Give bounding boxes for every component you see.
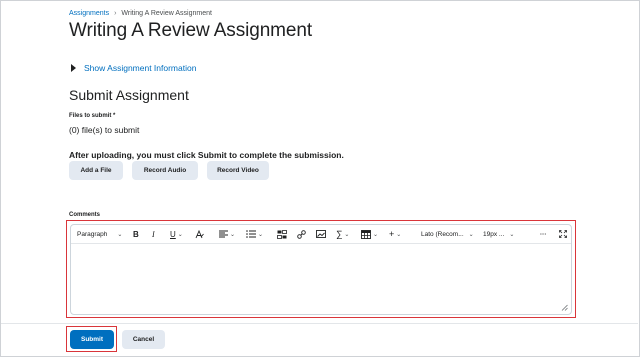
- bold-icon: B: [133, 229, 139, 239]
- plus-icon: +: [389, 229, 395, 239]
- upload-instruction: After uploading, you must click Submit t…: [69, 150, 344, 160]
- chevron-down-icon: ⌄: [509, 231, 515, 238]
- chevron-down-icon: ⌄: [344, 231, 350, 238]
- italic-icon: I: [152, 229, 155, 239]
- more-actions-button[interactable]: ···: [540, 225, 547, 243]
- text-color-icon: [195, 229, 204, 238]
- breadcrumb-current: Writing A Review Assignment: [121, 10, 212, 17]
- table-icon: [361, 229, 371, 239]
- comments-label: Comments: [69, 212, 101, 218]
- list-dropdown[interactable]: ⌄: [246, 225, 263, 243]
- table-dropdown[interactable]: ⌄: [361, 225, 378, 243]
- footer-divider: [1, 323, 638, 324]
- breadcrumb: Assignments › Writing A Review Assignmen…: [69, 10, 212, 17]
- font-size-dropdown[interactable]: 19px ... ⌄: [483, 225, 514, 243]
- italic-button[interactable]: I: [152, 225, 155, 243]
- files-to-submit-label: Files to submit *: [69, 113, 116, 119]
- breadcrumb-separator-icon: ›: [114, 10, 117, 17]
- insert-image-button[interactable]: [316, 225, 326, 243]
- format-dropdown-label: Paragraph: [77, 230, 108, 238]
- equation-dropdown[interactable]: ∑ ⌄: [336, 225, 349, 243]
- chevron-down-icon: ⌄: [230, 231, 236, 238]
- link-icon: [297, 229, 306, 239]
- align-dropdown[interactable]: ⌄: [219, 225, 235, 243]
- insert-stuff-icon: [277, 229, 287, 239]
- resize-handle-icon[interactable]: [561, 304, 568, 311]
- chevron-down-icon: ⌄: [468, 231, 474, 238]
- page-title: Writing A Review Assignment: [69, 20, 313, 41]
- submit-button[interactable]: Submit: [70, 330, 114, 349]
- show-assignment-info-toggle[interactable]: Show Assignment Information: [71, 63, 196, 73]
- fullscreen-icon: [559, 230, 567, 238]
- chevron-down-icon: ⌄: [258, 231, 264, 238]
- align-left-icon: [219, 230, 228, 238]
- add-file-button[interactable]: Add a File: [69, 161, 123, 180]
- comments-editor[interactable]: Paragraph ⌄ B I U ⌄ ⌄ ⌄ ∑ ⌄ ⌄ + ⌄ Lato (…: [70, 224, 572, 315]
- triangle-right-icon: [71, 64, 76, 72]
- underline-dropdown[interactable]: U ⌄: [170, 225, 183, 243]
- record-audio-button[interactable]: Record Audio: [132, 161, 198, 180]
- insert-stuff-button[interactable]: [277, 225, 287, 243]
- fullscreen-button[interactable]: [559, 225, 567, 243]
- chevron-down-icon: ⌄: [117, 231, 123, 238]
- comments-text-area[interactable]: [71, 244, 571, 314]
- bullet-list-icon: [246, 230, 256, 238]
- editor-toolbar: Paragraph ⌄ B I U ⌄ ⌄ ⌄ ∑ ⌄ ⌄ + ⌄ Lato (…: [71, 225, 571, 244]
- files-count: (0) file(s) to submit: [69, 125, 140, 135]
- font-family-label: Lato (Recom...: [421, 230, 464, 238]
- underline-icon: U: [170, 229, 176, 239]
- more-icon: ···: [540, 230, 547, 238]
- upload-button-row: Add a File Record Audio Record Video: [69, 161, 269, 180]
- cancel-button[interactable]: Cancel: [122, 330, 165, 349]
- insert-dropdown[interactable]: + ⌄: [389, 225, 401, 243]
- font-size-label: 19px ...: [483, 230, 505, 238]
- show-assignment-info-label[interactable]: Show Assignment Information: [84, 63, 196, 73]
- breadcrumb-assignments-link[interactable]: Assignments: [69, 10, 109, 17]
- font-family-dropdown[interactable]: Lato (Recom... ⌄: [421, 225, 474, 243]
- chevron-down-icon: ⌄: [177, 231, 183, 238]
- bold-button[interactable]: B: [133, 225, 139, 243]
- chevron-down-icon: ⌄: [396, 231, 402, 238]
- text-color-button[interactable]: [195, 225, 204, 243]
- chevron-down-icon: ⌄: [373, 231, 379, 238]
- image-icon: [316, 230, 326, 238]
- record-video-button[interactable]: Record Video: [207, 161, 269, 180]
- submit-assignment-heading: Submit Assignment: [69, 87, 189, 103]
- format-dropdown[interactable]: Paragraph ⌄: [77, 225, 122, 243]
- insert-link-button[interactable]: [297, 225, 306, 243]
- sigma-icon: ∑: [336, 229, 343, 239]
